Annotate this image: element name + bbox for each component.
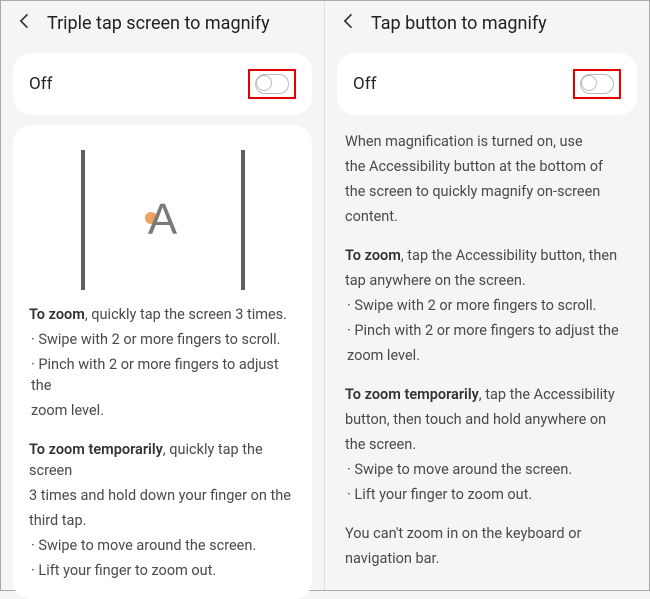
toggle-highlight xyxy=(248,69,296,99)
bullet: · Swipe to move around the screen. xyxy=(345,459,629,480)
toggle-knob xyxy=(256,75,272,91)
page-title: Tap button to magnify xyxy=(371,13,547,34)
info-card: A To zoom, quickly tap the screen 3 time… xyxy=(13,125,312,599)
info-card: When magnification is turned on, use the… xyxy=(325,125,649,587)
bullet: zoom level. xyxy=(29,400,296,421)
toggle-label: Off xyxy=(353,74,377,94)
toggle-knob xyxy=(581,75,597,91)
zoom-heading: To zoom xyxy=(29,306,85,323)
bullet: · Swipe with 2 or more fingers to scroll… xyxy=(345,295,629,316)
letter-a-icon: A xyxy=(148,195,177,245)
bullet: · Pinch with 2 or more fingers to adjust… xyxy=(29,354,296,396)
bullet: · Lift your finger to zoom out. xyxy=(345,484,629,505)
zoom-temp-heading: To zoom temporarily xyxy=(345,386,479,403)
header: Tap button to magnify xyxy=(325,1,649,43)
page-title: Triple tap screen to magnify xyxy=(47,13,270,34)
zoom-heading: To zoom xyxy=(345,247,401,264)
zoom-temp-heading: To zoom temporarily xyxy=(29,441,163,458)
instructions: To zoom, quickly tap the screen 3 times.… xyxy=(29,304,296,581)
toggle-label: Off xyxy=(29,74,53,94)
toggle-row[interactable]: Off xyxy=(337,53,637,115)
toggle-switch[interactable] xyxy=(255,74,289,94)
instructions: When magnification is turned on, use the… xyxy=(345,131,629,569)
toggle-row[interactable]: Off xyxy=(13,53,312,115)
bullet: · Pinch with 2 or more fingers to adjust… xyxy=(345,320,629,341)
toggle-switch[interactable] xyxy=(580,74,614,94)
header: Triple tap screen to magnify xyxy=(1,1,324,43)
pane-tap-button: Tap button to magnify Off When magnifica… xyxy=(325,1,649,590)
bullet: · Swipe to move around the screen. xyxy=(29,535,296,556)
back-icon[interactable] xyxy=(339,11,359,35)
back-icon[interactable] xyxy=(15,11,35,35)
bullet: · Swipe with 2 or more fingers to scroll… xyxy=(29,329,296,350)
toggle-highlight xyxy=(573,69,621,99)
bullet: · Lift your finger to zoom out. xyxy=(29,560,296,581)
pane-triple-tap: Triple tap screen to magnify Off A To z xyxy=(1,1,325,590)
bullet: zoom level. xyxy=(345,345,629,366)
magnify-illustration: A xyxy=(29,139,296,304)
